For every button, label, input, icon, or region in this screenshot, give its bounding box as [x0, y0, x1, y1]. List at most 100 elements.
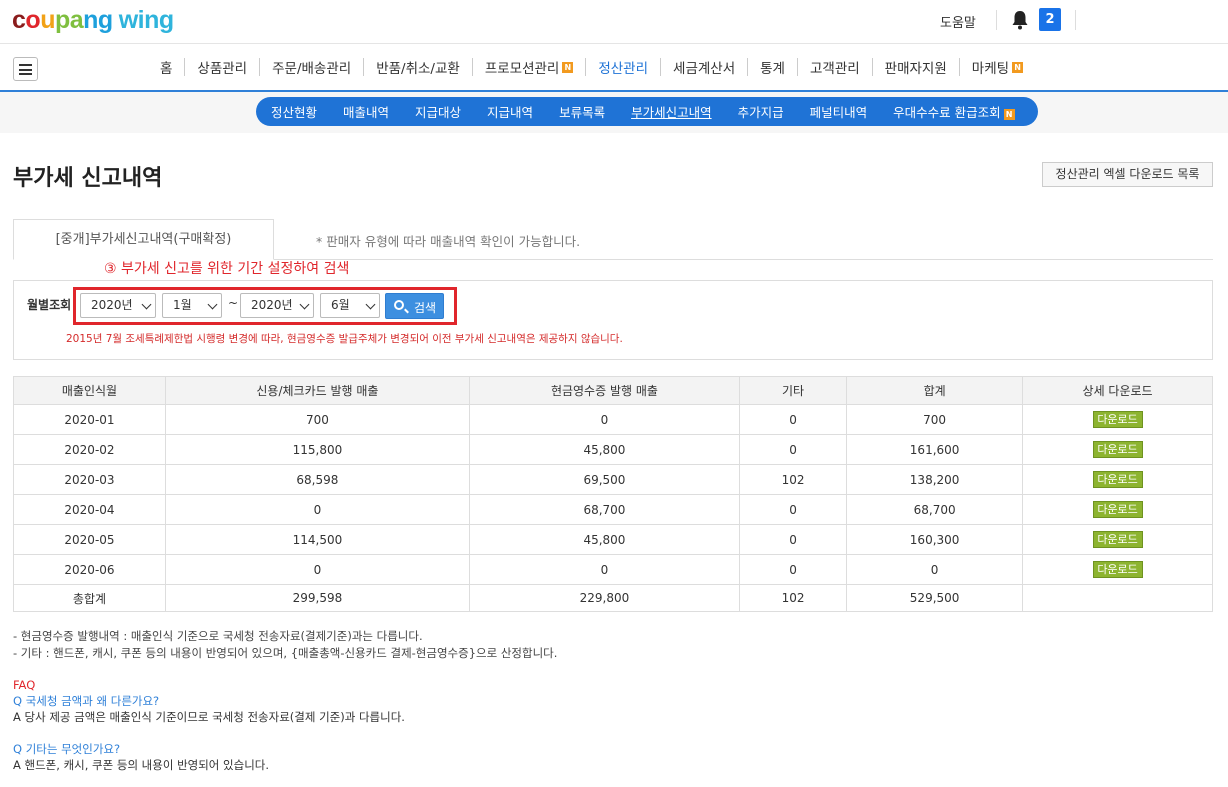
logo-letter: o [25, 6, 41, 34]
download-button[interactable]: 다운로드 [1092, 441, 1143, 458]
cell-cash-receipt-sales: 45,800 [468, 434, 741, 465]
table-row: 2020-03 68,598 69,500 102 138,200 다운로드 [13, 464, 1213, 495]
cell-month: 2020-04 [13, 494, 166, 525]
new-badge: N [1003, 109, 1015, 120]
table-header-row: 매출인식월 신용/체크카드 발행 매출 현금영수증 발행 매출 기타 합계 상세… [13, 376, 1213, 405]
cell-cash-receipt-total: 229,800 [468, 584, 741, 612]
cell-etc: 102 [738, 464, 848, 495]
logo-letter: ng [83, 6, 113, 34]
subnav-vat-report[interactable]: 부가세신고내역 [618, 102, 725, 121]
download-button[interactable]: 다운로드 [1092, 561, 1143, 578]
chevron-down-icon [141, 299, 152, 310]
cell-etc: 0 [738, 554, 848, 585]
cell-total: 700 [846, 404, 1024, 435]
top-header: coupang wing 도움말 2 [0, 0, 1228, 44]
sub-navigation-band: 정산현황 매출내역 지급대상 지급내역 보류목록 부가세신고내역 추가지급 페널… [0, 92, 1228, 133]
nav-item-statistics[interactable]: 통계 [747, 58, 797, 77]
subnav-additional-payment[interactable]: 추가지급 [725, 102, 797, 121]
nav-item-tax-invoice[interactable]: 세금계산서 [660, 58, 747, 77]
vat-report-table: 매출인식월 신용/체크카드 발행 매출 현금영수증 발행 매출 기타 합계 상세… [13, 376, 1213, 612]
cell-cash-receipt-sales: 69,500 [468, 464, 741, 495]
col-header: 현금영수증 발행 매출 [468, 376, 741, 405]
subnav-fee-refund[interactable]: 우대수수료 환급조회 N [880, 102, 1027, 121]
cell-download: 다운로드 [1022, 404, 1213, 435]
subnav-penalty[interactable]: 페널티내역 [797, 102, 881, 121]
main-nav-list: 홈 상품관리 주문/배송관리 반품/취소/교환 프로모션관리 N 정산관리 세금계… [148, 58, 1035, 77]
nav-item-home[interactable]: 홈 [148, 58, 184, 77]
cell-month: 2020-06 [13, 554, 166, 585]
to-year-select[interactable]: 2020년 [240, 293, 314, 318]
cell-download: 다운로드 [1022, 554, 1213, 585]
subnav-sales-history[interactable]: 매출내역 [330, 102, 402, 121]
faq-question: Q 국세청 금액과 왜 다른가요? [13, 694, 160, 708]
nav-item-seller-support[interactable]: 판매자지원 [871, 58, 959, 77]
cell-month: 2020-03 [13, 464, 166, 495]
download-button[interactable]: 다운로드 [1092, 501, 1143, 518]
coupang-wing-logo[interactable]: coupang wing [12, 6, 174, 35]
cell-total: 161,600 [846, 434, 1024, 465]
cell-card-sales: 115,800 [164, 434, 470, 465]
notes-section: - 현금영수증 발행내역 : 매출인식 기준으로 국세청 전송자료(결제기준)과… [13, 628, 557, 662]
subnav-payment-target[interactable]: 지급대상 [402, 102, 474, 121]
faq-title: FAQ [13, 678, 36, 692]
faq-answer: A 핸드폰, 캐시, 쿠폰 등의 내용이 반영되어 있습니다. [13, 758, 270, 772]
cell-month: 2020-05 [13, 524, 166, 555]
cell-month: 2020-02 [13, 434, 166, 465]
nav-item-settlement[interactable]: 정산관리 [585, 58, 660, 77]
cell-download: 다운로드 [1022, 464, 1213, 495]
cell-cash-receipt-sales: 45,800 [468, 524, 741, 555]
cell-total: 160,300 [846, 524, 1024, 555]
download-button[interactable]: 다운로드 [1092, 471, 1143, 488]
filter-warning: 2015년 7월 조세특례제한법 시행령 변경에 따라, 현금영수증 발급주체가… [66, 333, 623, 345]
nav-item-customers[interactable]: 고객관리 [796, 58, 872, 77]
col-header: 신용/체크카드 발행 매출 [164, 376, 470, 405]
tab-vat-report[interactable]: [중개]부가세신고내역(구매확정) [13, 219, 274, 260]
range-separator: ~ [228, 296, 239, 310]
help-link[interactable]: 도움말 [940, 12, 976, 31]
excel-download-list-button[interactable]: 정산관리 엑셀 다운로드 목록 [1042, 162, 1213, 187]
subnav-payment-history[interactable]: 지급내역 [474, 102, 546, 121]
cell-etc: 0 [738, 404, 848, 435]
main-navigation: 홈 상품관리 주문/배송관리 반품/취소/교환 프로모션관리 N 정산관리 세금계… [0, 44, 1228, 92]
search-button[interactable]: 검색 [385, 293, 444, 319]
download-button[interactable]: 다운로드 [1092, 531, 1143, 548]
hamburger-menu-icon[interactable] [13, 57, 38, 81]
table-row: 2020-06 0 0 0 0 다운로드 [13, 554, 1213, 585]
download-button[interactable]: 다운로드 [1092, 411, 1143, 428]
tab-note: * 판매자 유형에 따라 매출내역 확인이 가능합니다. [316, 234, 581, 249]
nav-item-orders[interactable]: 주문/배송관리 [259, 58, 363, 77]
cell-month: 2020-01 [13, 404, 166, 435]
cell-card-sales-total: 299,598 [164, 584, 470, 612]
divider [996, 10, 997, 30]
subnav-hold-list[interactable]: 보류목록 [546, 102, 618, 121]
col-header: 매출인식월 [13, 376, 166, 405]
logo-wing: wing [118, 6, 174, 34]
cell-etc: 0 [738, 524, 848, 555]
cell-card-sales: 68,598 [164, 464, 470, 495]
cell-download: 다운로드 [1022, 524, 1213, 555]
subnav-settlement-status[interactable]: 정산현황 [258, 102, 330, 121]
nav-item-promotion[interactable]: 프로모션관리 N [471, 58, 586, 77]
notification-count-badge[interactable]: 2 [1039, 8, 1061, 31]
cell-empty [1022, 584, 1213, 612]
cell-etc: 0 [738, 494, 848, 525]
search-icon [394, 300, 404, 310]
bell-icon[interactable] [1010, 9, 1030, 31]
col-header: 기타 [738, 376, 848, 405]
new-badge: N [1012, 61, 1024, 73]
note-line: - 현금영수증 발행내역 : 매출인식 기준으로 국세청 전송자료(결제기준)과… [13, 629, 423, 643]
nav-item-products[interactable]: 상품관리 [184, 58, 259, 77]
nav-item-returns[interactable]: 반품/취소/교환 [363, 58, 472, 77]
from-month-select[interactable]: 1월 [162, 293, 222, 318]
from-year-select[interactable]: 2020년 [80, 293, 156, 318]
cell-cash-receipt-sales: 68,700 [468, 494, 741, 525]
cell-total: 138,200 [846, 464, 1024, 495]
note-line: - 기타 : 핸드폰, 캐시, 쿠폰 등의 내용이 반영되어 있으며, {매출총… [13, 646, 558, 660]
faq-section: FAQ Q 국세청 금액과 왜 다른가요? A 당사 제공 금액은 매출인식 기… [13, 677, 405, 773]
logo-letter: u [40, 6, 55, 34]
nav-item-marketing[interactable]: 마케팅 N [958, 58, 1035, 77]
logo-letter: c [12, 6, 26, 34]
cell-download: 다운로드 [1022, 494, 1213, 525]
to-month-select[interactable]: 6월 [320, 293, 380, 318]
cell-cash-receipt-sales: 0 [468, 404, 741, 435]
